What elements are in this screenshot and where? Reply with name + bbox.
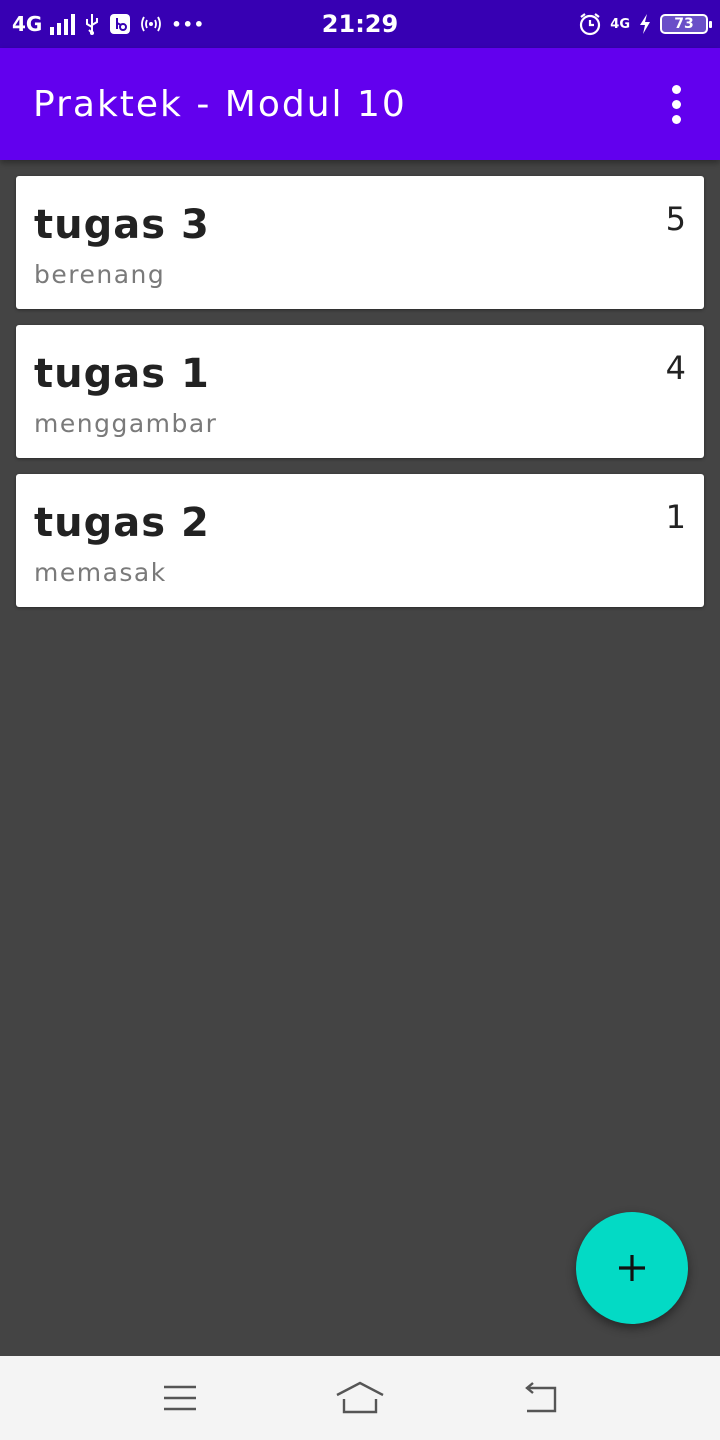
battery-icon: 73 xyxy=(660,14,712,34)
app-title: Praktek - Modul 10 xyxy=(33,83,407,125)
more-notifications-icon: ••• xyxy=(171,14,206,34)
alarm-icon xyxy=(578,12,602,36)
status-bar: 4G ••• 4G 73 21:29 xyxy=(0,0,720,48)
back-button[interactable] xyxy=(500,1368,580,1428)
usb-debug-icon xyxy=(109,13,131,35)
task-description: memasak xyxy=(34,558,167,587)
task-description: menggambar xyxy=(34,409,218,438)
task-priority: 4 xyxy=(665,349,686,387)
add-task-button[interactable] xyxy=(576,1212,688,1324)
task-title: tugas 2 xyxy=(34,500,210,546)
charging-icon xyxy=(638,13,652,35)
task-title: tugas 1 xyxy=(34,351,210,397)
navigation-bar xyxy=(0,1356,720,1440)
task-title: tugas 3 xyxy=(34,202,210,248)
task-card[interactable]: tugas 3 berenang 5 xyxy=(16,176,704,309)
menu-button[interactable] xyxy=(140,1368,220,1428)
usb-icon xyxy=(83,13,101,35)
task-priority: 1 xyxy=(665,498,686,536)
screen: 4G ••• 4G 73 21:29 Praktek - Modul 10 tu… xyxy=(0,0,720,1440)
back-icon xyxy=(525,1382,557,1413)
battery-level: 73 xyxy=(674,16,694,32)
home-icon xyxy=(336,1381,384,1414)
network-type: 4G xyxy=(12,12,43,36)
status-left: 4G ••• xyxy=(12,0,205,48)
task-list: tugas 3 berenang 5 tugas 1 menggambar 4 … xyxy=(16,176,704,623)
add-icon xyxy=(619,1255,645,1281)
more-vert-icon[interactable] xyxy=(656,76,696,132)
task-card[interactable]: tugas 2 memasak 1 xyxy=(16,474,704,607)
signal-icon xyxy=(50,13,76,35)
task-card[interactable]: tugas 1 menggambar 4 xyxy=(16,325,704,458)
hotspot-icon xyxy=(139,14,163,34)
status-right: 4G 73 xyxy=(578,0,712,48)
app-bar: Praktek - Modul 10 xyxy=(0,48,720,160)
task-description: berenang xyxy=(34,260,166,289)
home-button[interactable] xyxy=(320,1368,400,1428)
secondary-network: 4G xyxy=(610,16,630,32)
menu-icon xyxy=(164,1385,196,1411)
task-priority: 5 xyxy=(665,200,686,238)
